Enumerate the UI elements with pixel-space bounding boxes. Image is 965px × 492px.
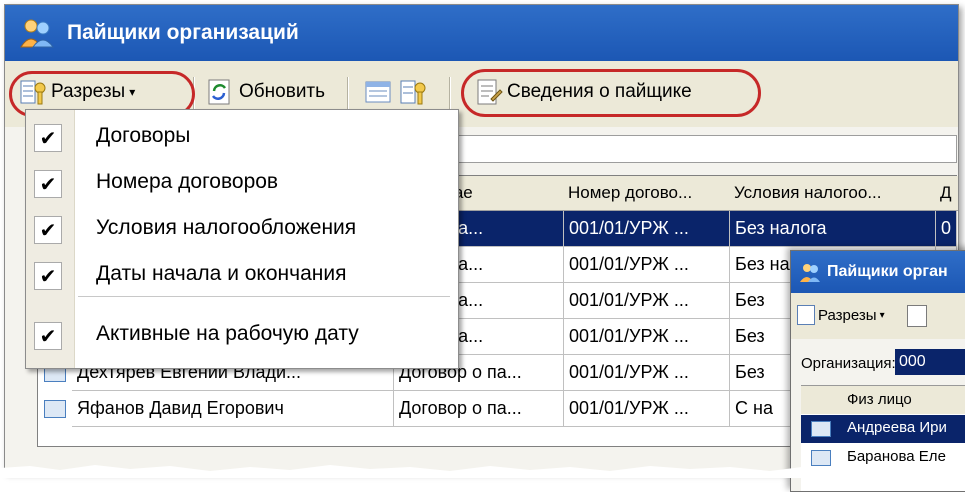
menu-item-label: Условия налогообложения [96, 216, 357, 239]
menu-item-label: Номера договоров [96, 170, 279, 193]
cell-number: 001/01/УРЖ ... [564, 211, 730, 247]
menu-item-dates[interactable]: ✔ Даты начала и окончания [26, 252, 458, 298]
refresh-icon [208, 79, 230, 105]
checkmark-icon: ✔ [34, 216, 62, 244]
inset-razrezy-label: Разрезы [818, 306, 877, 324]
title-bar: Пайщики организаций [5, 5, 958, 61]
sections-icon [797, 305, 815, 325]
people-icon [20, 19, 54, 48]
refresh-button[interactable]: Обновить [205, 75, 325, 109]
checkmark-icon: ✔ [34, 124, 62, 152]
list-view-button[interactable] [363, 75, 393, 109]
menu-item-contract-numbers[interactable]: ✔ Номера договоров [26, 160, 458, 206]
inset-razrezy-button[interactable]: Разрезы ▾ [797, 305, 885, 325]
list-icon [365, 81, 391, 103]
cell-number: 001/01/УРЖ ... [564, 391, 730, 427]
person-card-icon [44, 400, 66, 418]
cell-name: Яфанов Давид Егорович [72, 391, 394, 427]
checkmark-icon: ✔ [34, 262, 62, 290]
filter-field[interactable] [455, 135, 957, 163]
table-row[interactable]: Андреева Ири [801, 415, 965, 443]
razrezy-dropdown-menu: ✔ Договоры ✔ Номера договоров ✔ Условия … [25, 109, 459, 369]
cell-extra: 0 [936, 211, 957, 247]
cell-name: Андреева Ири [847, 419, 947, 436]
organization-label: Организация: [801, 355, 896, 372]
cell-number: 001/01/УРЖ ... [564, 247, 730, 283]
toolbar-separator [347, 77, 349, 109]
menu-item-contracts[interactable]: ✔ Договоры [26, 114, 458, 160]
settings-button[interactable] [399, 75, 429, 109]
people-icon [800, 264, 820, 282]
menu-separator [78, 296, 450, 297]
inset-column-header[interactable]: Физ лицо [839, 386, 965, 414]
cell-tax: Без налога [730, 211, 936, 247]
menu-item-tax-conditions[interactable]: ✔ Условия налогообложения [26, 206, 458, 252]
refresh-icon[interactable] [907, 305, 927, 327]
menu-item-label: Активные на рабочую дату [96, 322, 359, 345]
inset-title-bar: Пайщики орган [791, 251, 965, 293]
checkmark-icon: ✔ [34, 322, 62, 350]
menu-item-active-on-date[interactable]: ✔ Активные на рабочую дату [26, 312, 458, 358]
menu-item-label: Даты начала и окончания [96, 262, 347, 285]
person-card-icon [811, 421, 831, 437]
column-header-dates[interactable]: Д [936, 176, 958, 211]
inset-window: Пайщики орган Разрезы ▾ Организация: 000… [790, 250, 965, 492]
refresh-label: Обновить [239, 81, 326, 102]
cell-contract: Договор о па... [394, 391, 564, 427]
organization-field[interactable]: 000 [895, 349, 965, 375]
cell-number: 001/01/УРЖ ... [564, 355, 730, 391]
key-list-icon [400, 80, 426, 105]
menu-item-label: Договоры [96, 124, 191, 147]
column-header-number[interactable]: Номер догово... [564, 176, 735, 211]
inset-toolbar: Разрезы ▾ [791, 293, 965, 339]
highlight-ring [461, 69, 761, 117]
cell-number: 001/01/УРЖ ... [564, 319, 730, 355]
cell-number: 001/01/УРЖ ... [564, 283, 730, 319]
inset-window-title: Пайщики орган [827, 263, 948, 280]
checkmark-icon: ✔ [34, 170, 62, 198]
window-title: Пайщики организаций [67, 21, 299, 44]
torn-edge-decoration [0, 462, 965, 478]
toolbar-separator [449, 77, 451, 109]
column-header-tax[interactable]: Условия налогоо... [730, 176, 941, 211]
row-header-corner [801, 386, 840, 414]
dropdown-arrow-icon: ▾ [879, 309, 885, 321]
